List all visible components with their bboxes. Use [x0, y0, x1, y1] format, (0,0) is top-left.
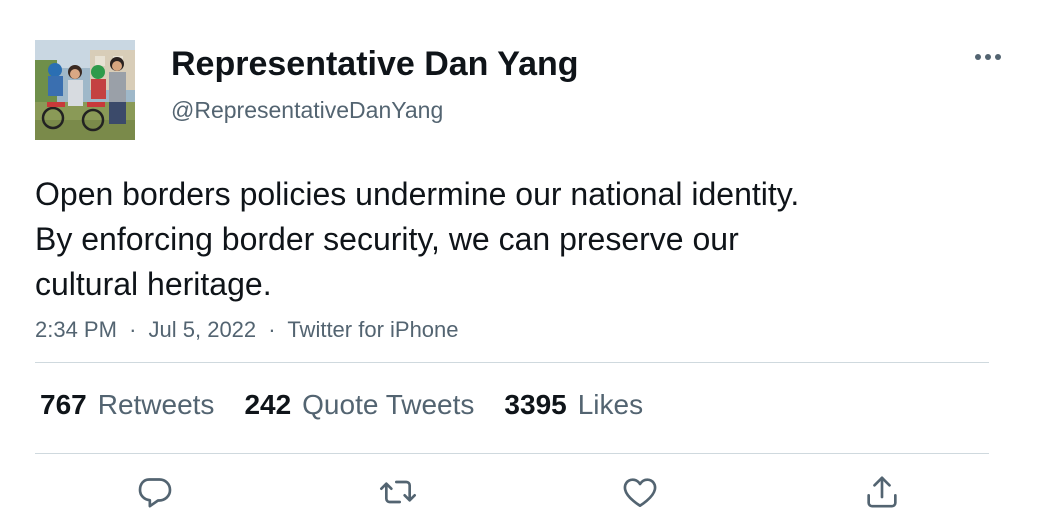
tweet-source[interactable]: Twitter for iPhone	[287, 317, 458, 342]
more-dots-icon	[975, 54, 1001, 60]
tweet-metadata: 2:34 PM · Jul 5, 2022 · Twitter for iPho…	[35, 316, 459, 344]
likes-stat[interactable]: 3395 Likes	[504, 388, 643, 422]
quote-tweets-stat[interactable]: 242 Quote Tweets	[244, 388, 474, 422]
divider	[35, 362, 989, 363]
action-bar	[0, 470, 1050, 520]
meta-separator: ·	[129, 317, 137, 342]
heart-icon	[623, 478, 657, 507]
reply-icon	[138, 478, 172, 508]
author-display-name[interactable]: Representative Dan Yang	[171, 44, 579, 84]
likes-label: Likes	[577, 389, 644, 420]
quote-tweets-label: Quote Tweets	[302, 389, 475, 420]
tweet-time[interactable]: 2:34 PM	[35, 317, 117, 342]
tweet-text-line: cultural heritage.	[35, 266, 272, 302]
meta-separator: ·	[268, 317, 276, 342]
retweets-count: 767	[40, 389, 87, 420]
reply-button[interactable]	[133, 470, 177, 514]
avatar[interactable]	[35, 40, 135, 140]
retweets-stat[interactable]: 767 Retweets	[40, 388, 214, 422]
like-button[interactable]	[618, 470, 662, 514]
author-handle[interactable]: @RepresentativeDanYang	[171, 96, 443, 124]
tweet-text-line: By enforcing border security, we can pre…	[35, 221, 739, 257]
tweet-date[interactable]: Jul 5, 2022	[149, 317, 257, 342]
family-photo-avatar-image	[35, 40, 135, 140]
share-button[interactable]	[860, 470, 904, 514]
tweet-text: Open borders policies undermine our nati…	[35, 172, 935, 307]
share-icon	[867, 476, 897, 508]
retweets-label: Retweets	[97, 389, 215, 420]
quote-tweets-count: 242	[244, 389, 292, 420]
retweet-icon	[380, 480, 416, 504]
retweet-button[interactable]	[376, 470, 420, 514]
tweet-text-line: Open borders policies undermine our nati…	[35, 176, 800, 212]
more-options-button[interactable]	[968, 44, 1010, 70]
divider	[35, 453, 989, 454]
engagement-stats: 767 Retweets 242 Quote Tweets 3395 Likes	[40, 388, 673, 422]
likes-count: 3395	[504, 389, 567, 420]
tweet-card: Representative Dan Yang @RepresentativeD…	[0, 0, 1050, 525]
